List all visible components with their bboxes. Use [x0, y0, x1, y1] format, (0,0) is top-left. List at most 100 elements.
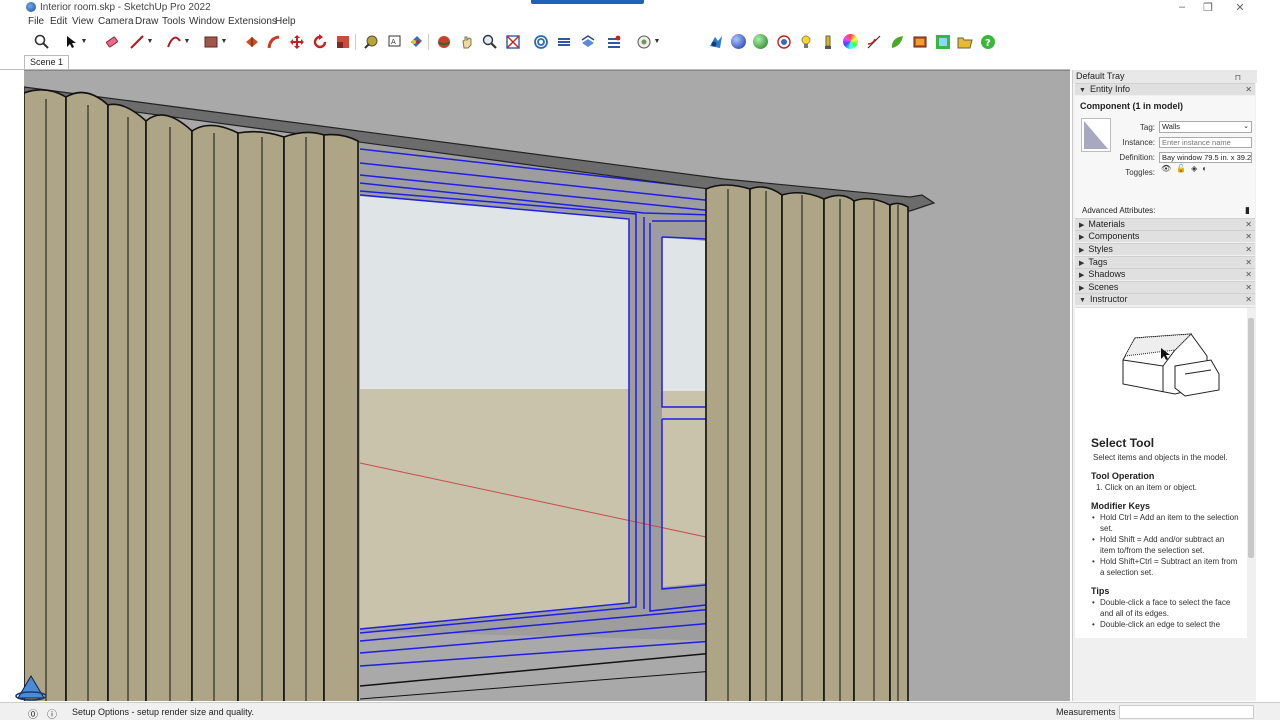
extension-plugin-icon[interactable]: [706, 32, 725, 51]
minimize-button[interactable]: –: [1172, 1, 1192, 13]
lock-icon[interactable]: 🔓: [1176, 164, 1186, 173]
instance-name-field[interactable]: Enter instance name: [1159, 137, 1252, 148]
render-settings-icon[interactable]: [774, 32, 793, 51]
panel-materials-label: Materials: [1088, 219, 1125, 229]
geo-location-icon[interactable]: ⓪: [28, 706, 38, 720]
visibility-eye-icon[interactable]: 👁: [1161, 164, 1171, 173]
close-panel-icon[interactable]: ✕: [1245, 231, 1252, 242]
scene-tab-1[interactable]: Scene 1: [24, 55, 70, 69]
receive-shadows-icon[interactable]: ◈: [1191, 164, 1197, 173]
component-count: Component (1 in model): [1080, 101, 1183, 111]
window-ground: [360, 389, 629, 629]
instance-label: Instance:: [1122, 138, 1155, 147]
info-icon[interactable]: ⓘ: [47, 706, 57, 720]
close-panel-icon[interactable]: ✕: [1245, 282, 1252, 293]
menu-edit[interactable]: Edit: [50, 16, 67, 27]
definition-name-field[interactable]: Bay window 79.5 in. x 39.2: [1159, 152, 1252, 163]
shape-tool-icon[interactable]: [201, 32, 220, 51]
close-panel-icon[interactable]: ✕: [1245, 244, 1252, 255]
image-render-icon[interactable]: [933, 32, 952, 51]
arc-tool-icon[interactable]: [164, 32, 183, 51]
leaf-tool-icon[interactable]: [887, 32, 906, 51]
menu-file[interactable]: File: [28, 16, 44, 27]
scale-tool-icon[interactable]: [333, 32, 352, 51]
render-blue-sphere-icon[interactable]: [729, 32, 748, 51]
curve-tool-icon[interactable]: [864, 32, 883, 51]
right-curtain: [705, 184, 909, 701]
line-tool-icon[interactable]: [127, 32, 146, 51]
help-icon[interactable]: ?: [978, 32, 997, 51]
zoom-window-icon[interactable]: [503, 32, 522, 51]
select-dropdown-icon[interactable]: ▼: [79, 32, 89, 51]
follow-me-icon[interactable]: [264, 32, 283, 51]
styles-tool-icon[interactable]: [634, 32, 653, 51]
panel-styles[interactable]: ▶ Styles ✕: [1075, 243, 1255, 255]
push-pull-icon[interactable]: [242, 32, 261, 51]
scrollbar-thumb[interactable]: [1248, 318, 1254, 558]
top-focus-tab: [531, 0, 644, 4]
close-panel-icon[interactable]: ✕: [1245, 257, 1252, 268]
cast-shadows-icon[interactable]: ◐: [1202, 164, 1207, 173]
close-panel-icon[interactable]: ✕: [1245, 294, 1252, 305]
text-tool-icon[interactable]: A: [384, 32, 403, 51]
shape-dropdown-icon[interactable]: ▼: [219, 32, 229, 51]
light-bulb-icon[interactable]: [796, 32, 815, 51]
menu-tools[interactable]: Tools: [162, 16, 185, 27]
styles-dropdown-icon[interactable]: ▼: [652, 32, 662, 51]
light-tool-icon[interactable]: [818, 32, 837, 51]
model-viewport[interactable]: [24, 70, 1070, 701]
pan-tool-icon[interactable]: [457, 32, 476, 51]
panel-instructor-label: Instructor: [1089, 294, 1128, 304]
panel-shadows-label: Shadows: [1088, 269, 1126, 279]
instructor-description: Select items and objects in the model.: [1093, 453, 1228, 462]
modifier-keys-heading: Modifier Keys: [1091, 501, 1151, 511]
toggles-label: Toggles:: [1125, 168, 1155, 177]
render-green-sphere-icon[interactable]: [751, 32, 770, 51]
move-tool-icon[interactable]: [287, 32, 306, 51]
orbit-tool-icon[interactable]: [434, 32, 453, 51]
panel-materials[interactable]: ▶ Materials ✕: [1075, 218, 1255, 230]
panel-tags[interactable]: ▶ Tags ✕: [1075, 256, 1255, 268]
close-button[interactable]: ✕: [1230, 1, 1250, 14]
default-tray: Default Tray ⊓ ▼ Entity Info ✕ Component (…: [1072, 70, 1257, 701]
menu-camera[interactable]: Camera: [98, 16, 134, 27]
maximize-button[interactable]: ❐: [1198, 1, 1218, 14]
section-plane-icon[interactable]: [554, 32, 573, 51]
menu-extensions[interactable]: Extensions: [228, 16, 277, 27]
eraser-icon[interactable]: [102, 32, 121, 51]
model-scene: [24, 71, 1070, 701]
close-panel-icon[interactable]: ✕: [1245, 219, 1252, 230]
panel-instructor[interactable]: ▼ Instructor ✕: [1075, 293, 1255, 305]
panel-entity-info[interactable]: ▼ Entity Info ✕: [1075, 83, 1255, 95]
paint-bucket-icon[interactable]: [406, 32, 425, 51]
render-film-icon[interactable]: [910, 32, 929, 51]
instructor-scrollbar[interactable]: [1247, 308, 1255, 638]
measurements-box[interactable]: [1119, 705, 1254, 719]
close-panel-icon[interactable]: ✕: [1245, 84, 1252, 95]
panel-components[interactable]: ▶ Components ✕: [1075, 230, 1255, 242]
toolbar-separator: [428, 34, 429, 50]
offset-tool-icon[interactable]: [531, 32, 550, 51]
select-tool-icon[interactable]: [61, 32, 80, 51]
open-folder-icon[interactable]: [955, 32, 974, 51]
color-picker-icon[interactable]: [841, 32, 860, 51]
panel-scenes-label: Scenes: [1088, 282, 1119, 292]
section-display-icon[interactable]: [604, 32, 623, 51]
menu-window[interactable]: Window: [189, 16, 225, 27]
tape-measure-icon[interactable]: [361, 32, 380, 51]
panel-shadows[interactable]: ▶ Shadows ✕: [1075, 268, 1255, 280]
arc-dropdown-icon[interactable]: ▼: [182, 32, 192, 51]
menu-help[interactable]: Help: [275, 16, 296, 27]
advanced-attributes-icon[interactable]: ▮: [1245, 205, 1250, 216]
menu-draw[interactable]: Draw: [135, 16, 158, 27]
zoom-tool-icon[interactable]: [480, 32, 499, 51]
section-fill-icon[interactable]: [578, 32, 597, 51]
tag-select[interactable]: Walls ⌄: [1159, 121, 1252, 133]
collapsed-triangle-icon: ▶: [1079, 234, 1085, 241]
line-dropdown-icon[interactable]: ▼: [145, 32, 155, 51]
zoom-extents-icon[interactable]: [32, 32, 51, 51]
menu-view[interactable]: View: [72, 16, 94, 27]
close-panel-icon[interactable]: ✕: [1245, 269, 1252, 280]
rotate-tool-icon[interactable]: [310, 32, 329, 51]
panel-scenes[interactable]: ▶ Scenes ✕: [1075, 281, 1255, 293]
